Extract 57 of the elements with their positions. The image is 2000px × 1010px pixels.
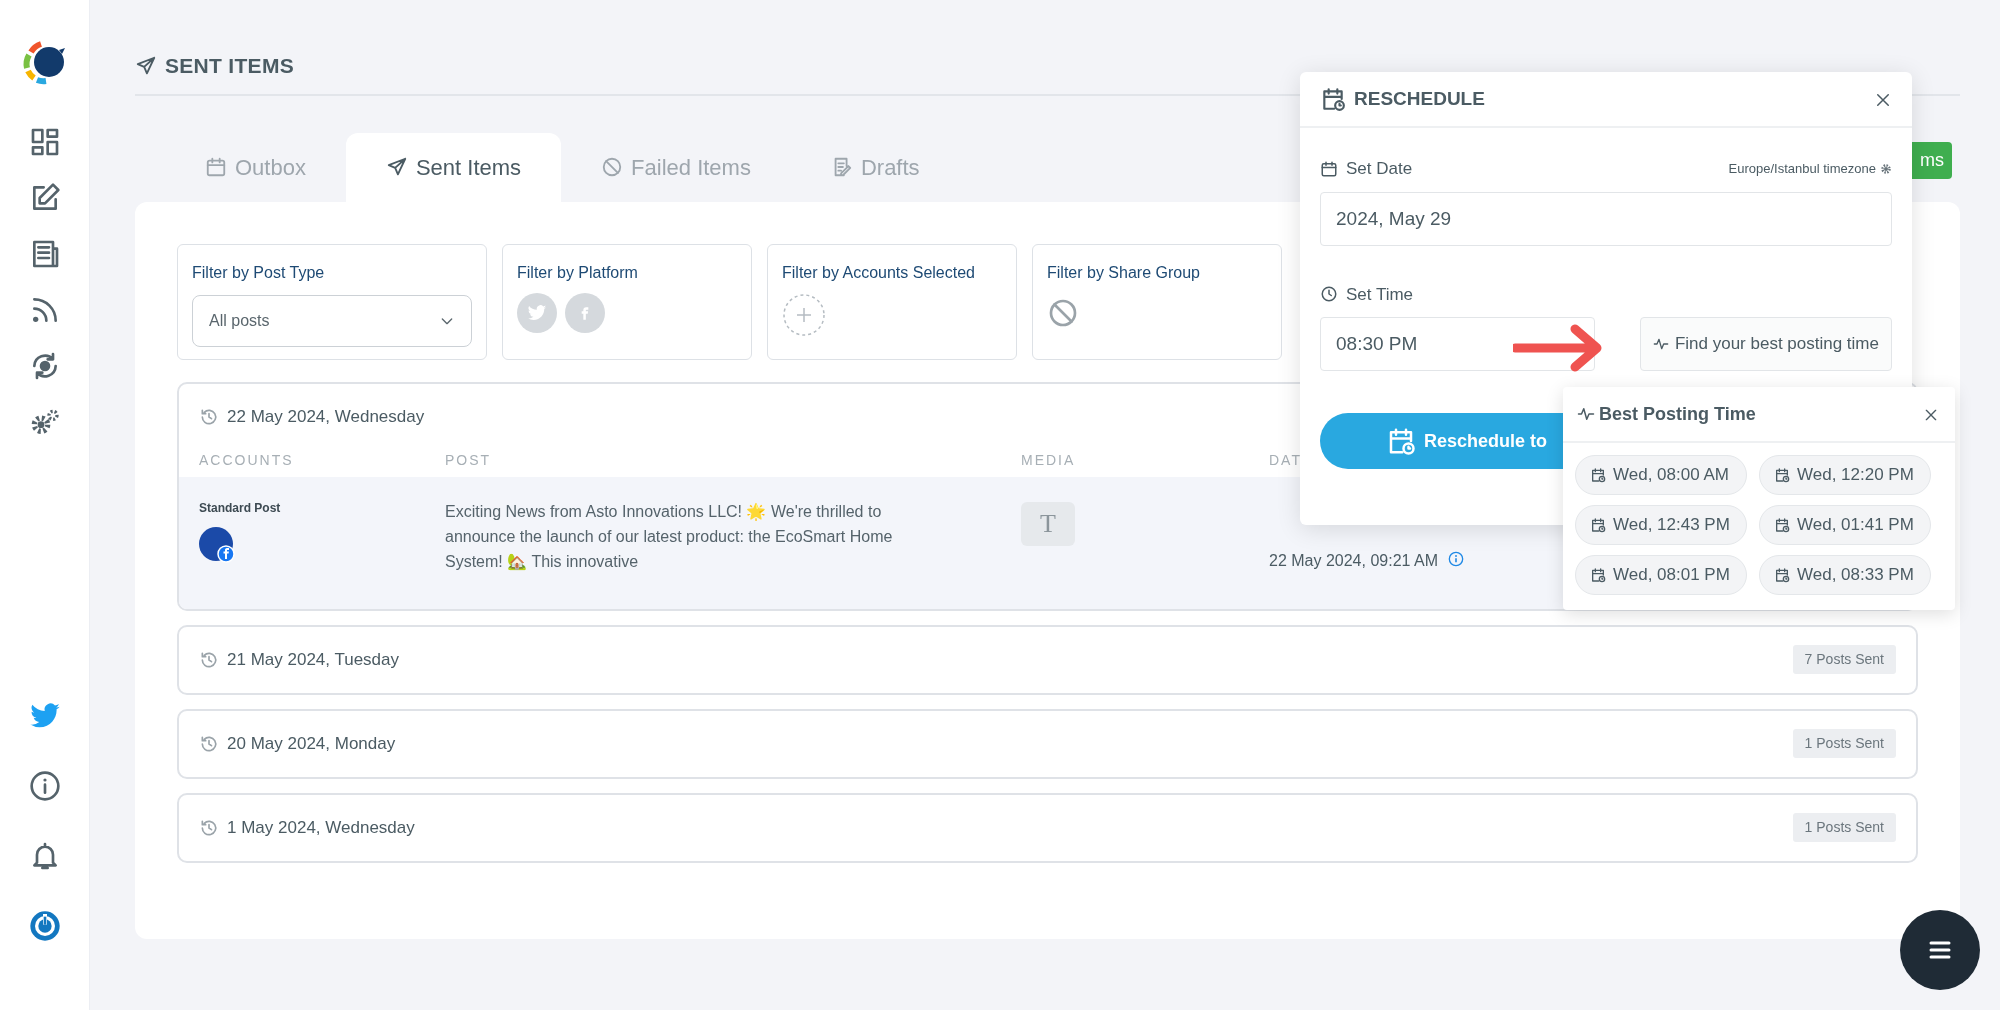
column-header: ACCOUNTS [199, 450, 295, 470]
calendar-icon [205, 156, 227, 178]
account-avatar-icon [199, 526, 235, 563]
dialog-title: RESCHEDULE [1354, 86, 1485, 111]
ban-icon [601, 156, 624, 178]
power-icon[interactable] [28, 910, 61, 942]
calendar-clock-icon [1774, 567, 1790, 583]
paper-plane-icon [135, 54, 157, 77]
paper-plane-icon [385, 156, 408, 178]
calendar-clock-icon [1774, 467, 1790, 483]
column-header: MEDIA [1021, 450, 1077, 470]
post-text: Exciting News from Asto Innovations LLC! 🌟 We're thrilled to announce the launch of our latest product: the EcoSmart Home System! 🏡 This innovative [445, 501, 894, 572]
group-date[interactable]: 1 May 2024, Wednesday [227, 814, 415, 841]
posts-sent-count: 7 Posts Sent [1792, 645, 1896, 674]
calendar-clock-icon [1590, 517, 1606, 533]
time-slot-button[interactable]: Wed, 12:20 PM [1759, 455, 1931, 495]
calendar-icon [1320, 159, 1338, 178]
time-field[interactable]: 08:30 PM [1320, 317, 1595, 371]
popover-title: Best Posting Time [1599, 402, 1756, 426]
time-slot-button[interactable]: Wed, 08:00 AM [1575, 455, 1747, 495]
calendar-clock-icon [1320, 86, 1346, 112]
pulse-icon [1652, 336, 1669, 352]
post-type: Standard Post [199, 499, 282, 517]
calendar-clock-icon [1590, 467, 1606, 483]
page-title: SENT ITEMS [165, 53, 294, 79]
time-slot-button[interactable]: Wed, 01:41 PM [1759, 505, 1931, 545]
post-type-select[interactable]: All posts [192, 294, 472, 347]
field-label: Set Time [1346, 283, 1414, 306]
column-header: POST [445, 450, 493, 470]
posts-sent-count: 1 Posts Sent [1792, 813, 1896, 842]
date-field[interactable]: 2024, May 29 [1320, 191, 1892, 246]
post-date: 22 May 2024, 09:21 AM [1269, 550, 1438, 571]
menu-icon [1929, 940, 1951, 960]
time-slot-button[interactable]: Wed, 08:33 PM [1759, 555, 1931, 595]
info-icon[interactable] [28, 770, 61, 802]
best-time-button[interactable]: Find your best posting time [1639, 317, 1892, 371]
calendar-clock-icon [1774, 517, 1790, 533]
time-slot-button[interactable]: Wed, 12:43 PM [1575, 505, 1747, 545]
group-date[interactable]: 21 May 2024, Tuesday [227, 646, 399, 673]
timezone-link[interactable]: Europe/Istanbul timezone [1728, 159, 1876, 179]
filter-label: Filter by Share Group [1047, 262, 1201, 283]
calendar-clock-icon [1590, 567, 1606, 583]
field-label: Set Date [1346, 158, 1413, 180]
info-icon[interactable] [1448, 550, 1464, 567]
time-slot-button[interactable]: Wed, 08:01 PM [1575, 555, 1747, 595]
group-date[interactable]: 20 May 2024, Monday [227, 730, 396, 757]
twitter-icon [527, 302, 547, 323]
posts-sent-count: 1 Posts Sent [1792, 729, 1896, 758]
filter-label: Filter by Post Type [192, 262, 326, 283]
filter-label: Filter by Accounts Selected [782, 262, 976, 283]
filter-label: Filter by Platform [517, 262, 639, 283]
tab[interactable]: Sent Items [345, 132, 562, 202]
group-date[interactable]: 22 May 2024, Wednesday [227, 403, 425, 430]
column-header: DAT [1269, 450, 1303, 470]
pulse-icon [1577, 405, 1595, 423]
clock-icon [1320, 285, 1338, 304]
text-media-icon: T [1021, 501, 1075, 546]
